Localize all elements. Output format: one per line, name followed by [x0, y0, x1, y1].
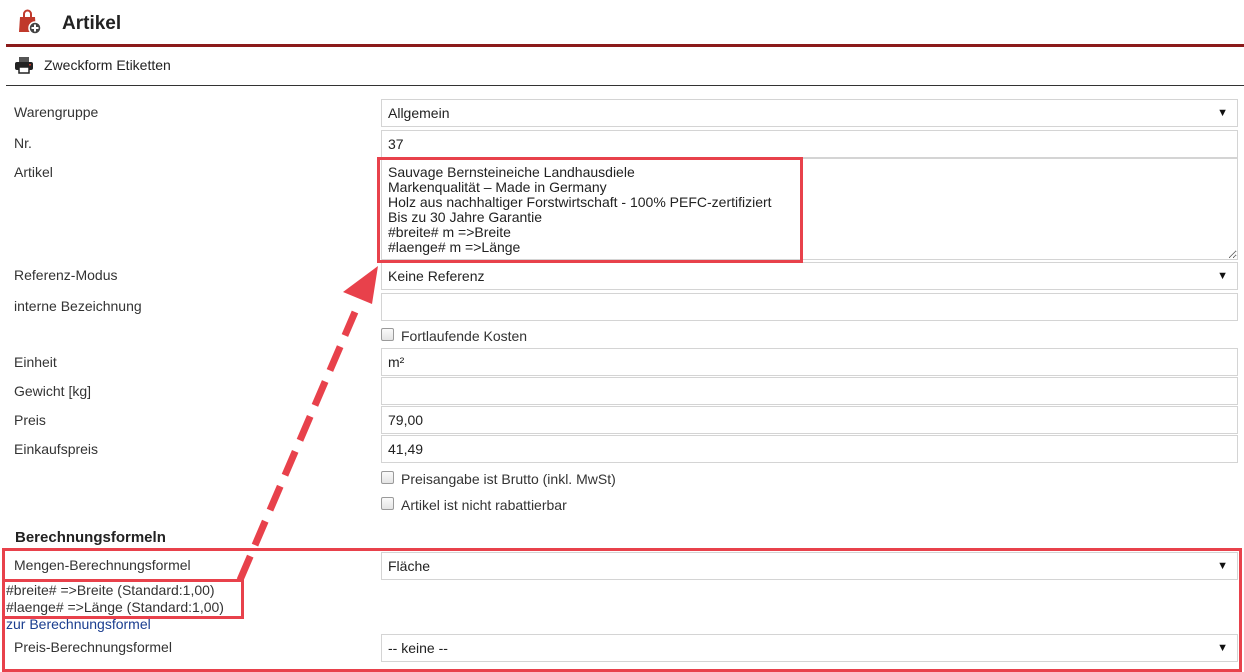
page-header: Artikel [0, 0, 1244, 47]
warengruppe-select[interactable]: Allgemein ▼ [381, 99, 1238, 127]
print-labels-label: Zweckform Etiketten [44, 57, 171, 73]
einkaufspreis-input[interactable] [381, 435, 1238, 463]
nr-label: Nr. [14, 135, 32, 151]
fortlaufende-kosten-label: Fortlaufende Kosten [401, 328, 528, 344]
caret-down-icon: ▼ [1217, 642, 1228, 654]
artikel-label: Artikel [14, 164, 53, 180]
fortlaufende-kosten-row: Fortlaufende Kosten [381, 325, 527, 344]
header-divider [6, 44, 1244, 47]
toolbar-divider [6, 85, 1244, 86]
formula-hint-laenge: #laenge# =>Länge (Standard:1,00) [6, 599, 224, 615]
preisangabe-brutto-label: Preisangabe ist Brutto (inkl. MwSt) [401, 471, 616, 487]
preisangabe-brutto-checkbox[interactable] [381, 471, 394, 484]
caret-down-icon: ▼ [1217, 560, 1228, 572]
preis-formel-label: Preis-Berechnungsformel [14, 639, 172, 655]
printer-icon [15, 57, 33, 74]
referenz-modus-label: Referenz-Modus [14, 267, 118, 283]
mengen-formel-select[interactable]: Fläche ▼ [381, 552, 1238, 580]
preis-formel-select[interactable]: -- keine -- ▼ [381, 634, 1238, 662]
preis-formel-value: -- keine -- [388, 640, 448, 656]
preisangabe-brutto-row: Preisangabe ist Brutto (inkl. MwSt) [381, 468, 616, 487]
calc-formula-link[interactable]: zur Berechnungsformel [6, 616, 151, 632]
referenz-modus-value: Keine Referenz [388, 268, 485, 284]
print-labels-button[interactable]: Zweckform Etiketten [14, 54, 171, 76]
fortlaufende-kosten-checkbox[interactable] [381, 328, 394, 341]
nicht-rabattierbar-checkbox[interactable] [381, 497, 394, 510]
einkaufspreis-label: Einkaufspreis [14, 441, 99, 457]
section-title-berechnungsformeln: Berechnungsformeln [15, 529, 166, 546]
referenz-modus-select[interactable]: Keine Referenz ▼ [381, 262, 1238, 290]
nicht-rabattierbar-label: Artikel ist nicht rabattierbar [401, 497, 567, 513]
mengen-formel-label: Mengen-Berechnungsformel [14, 557, 191, 573]
preis-input[interactable] [381, 406, 1238, 434]
gewicht-label: Gewicht [kg] [14, 383, 92, 399]
preis-label: Preis [14, 412, 46, 428]
nr-input[interactable] [381, 130, 1238, 158]
shopping-bag-add-icon [19, 9, 42, 35]
gewicht-input[interactable] [381, 377, 1238, 405]
warengruppe-label: Warengruppe [14, 104, 99, 120]
warengruppe-value: Allgemein [388, 105, 450, 121]
mengen-formel-value: Fläche [388, 558, 431, 574]
interne-bezeichnung-input[interactable] [381, 293, 1238, 321]
formula-hint-breite: #breite# =>Breite (Standard:1,00) [6, 582, 215, 598]
einheit-input[interactable] [381, 348, 1238, 376]
caret-down-icon: ▼ [1217, 270, 1228, 282]
einheit-label: Einheit [14, 354, 57, 370]
page-title: Artikel [62, 13, 122, 34]
interne-bezeichnung-label: interne Bezeichnung [14, 298, 142, 314]
caret-down-icon: ▼ [1217, 107, 1228, 119]
nicht-rabattierbar-row: Artikel ist nicht rabattierbar [381, 494, 567, 513]
artikel-textarea[interactable]: Sauvage Bernsteineiche Landhausdiele Mar… [381, 158, 1238, 260]
